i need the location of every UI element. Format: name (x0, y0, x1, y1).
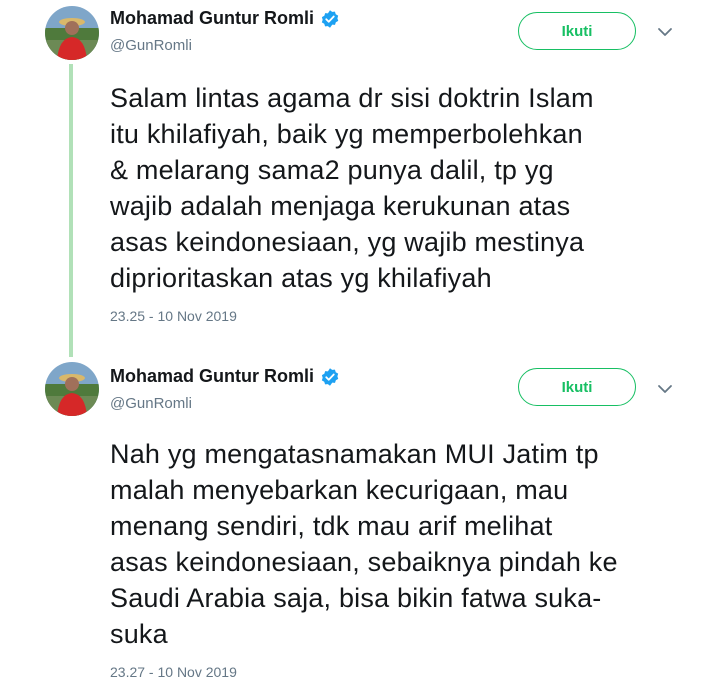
tweet-text: Salam lintas agama dr sisi doktrin Islam… (110, 83, 594, 293)
chevron-down-icon[interactable] (657, 27, 673, 37)
avatar[interactable] (45, 362, 99, 416)
avatar[interactable] (45, 6, 99, 60)
thread-connector (69, 64, 73, 357)
author-name-text[interactable]: Mohamad Guntur Romli (110, 8, 314, 29)
tweet-2: Mohamad Guntur Romli @GunRomli Ikuti Nah… (0, 358, 720, 698)
verified-badge-icon (321, 9, 339, 28)
author-handle[interactable]: @GunRomli (110, 395, 192, 412)
tweet-timestamp[interactable]: 23.25 - 10 Nov 2019 (110, 308, 237, 324)
author-name[interactable]: Mohamad Guntur Romli (110, 8, 340, 29)
chevron-down-icon[interactable] (657, 384, 673, 394)
author-name[interactable]: Mohamad Guntur Romli (110, 366, 340, 387)
author-handle[interactable]: @GunRomli (110, 37, 192, 54)
author-name-text[interactable]: Mohamad Guntur Romli (110, 366, 314, 387)
tweet-1: Mohamad Guntur Romli @GunRomli Ikuti Sal… (0, 0, 720, 357)
tweet-timestamp[interactable]: 23.27 - 10 Nov 2019 (110, 664, 237, 680)
follow-button[interactable]: Ikuti (518, 12, 636, 50)
follow-button[interactable]: Ikuti (518, 368, 636, 406)
verified-badge-icon (321, 367, 339, 386)
tweet-text: Nah yg mengatasnamakan MUI Jatim tp mala… (110, 439, 618, 649)
